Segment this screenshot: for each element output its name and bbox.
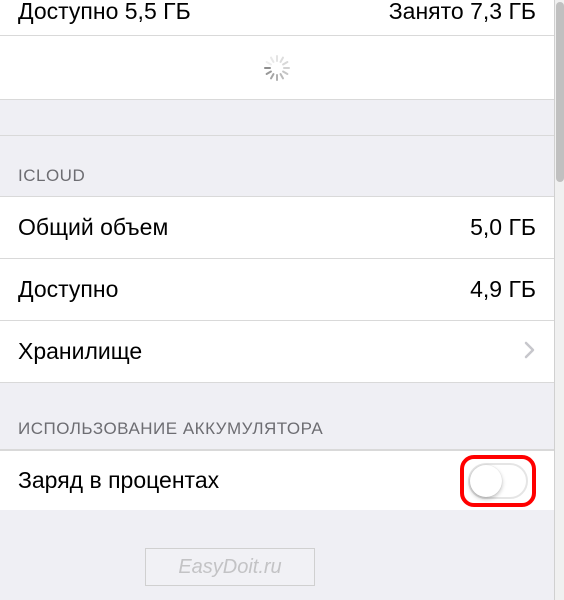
storage-summary-row: Доступно 5,5 ГБ Занято 7,3 ГБ — [0, 0, 554, 36]
icloud-total-value: 5,0 ГБ — [470, 214, 536, 241]
icloud-storage-row[interactable]: Хранилище — [0, 321, 554, 383]
toggle-highlight — [460, 455, 536, 507]
battery-percent-row[interactable]: Заряд в процентах — [0, 450, 554, 510]
scrollbar-track[interactable] — [554, 0, 564, 600]
icloud-available-label: Доступно — [18, 276, 118, 303]
icloud-total-label: Общий объем — [18, 214, 168, 241]
section-gap — [0, 100, 554, 136]
icloud-storage-label: Хранилище — [18, 338, 142, 365]
icloud-section-header: ICLOUD — [0, 136, 554, 197]
storage-used-summary: Занято 7,3 ГБ — [389, 0, 536, 23]
battery-section-header: ИСПОЛЬЗОВАНИЕ АККУМУЛЯТОРА — [0, 383, 554, 450]
battery-percent-label: Заряд в процентах — [18, 467, 219, 494]
chevron-right-icon — [524, 339, 536, 365]
toggle-knob — [470, 465, 502, 497]
icloud-available-value: 4,9 ГБ — [470, 276, 536, 303]
battery-percent-toggle[interactable] — [468, 463, 528, 499]
loading-row — [0, 36, 554, 100]
icloud-total-row[interactable]: Общий объем 5,0 ГБ — [0, 197, 554, 259]
spinner-icon — [264, 55, 290, 81]
storage-available-summary: Доступно 5,5 ГБ — [18, 0, 191, 23]
scrollbar-thumb[interactable] — [556, 2, 564, 182]
icloud-available-row[interactable]: Доступно 4,9 ГБ — [0, 259, 554, 321]
